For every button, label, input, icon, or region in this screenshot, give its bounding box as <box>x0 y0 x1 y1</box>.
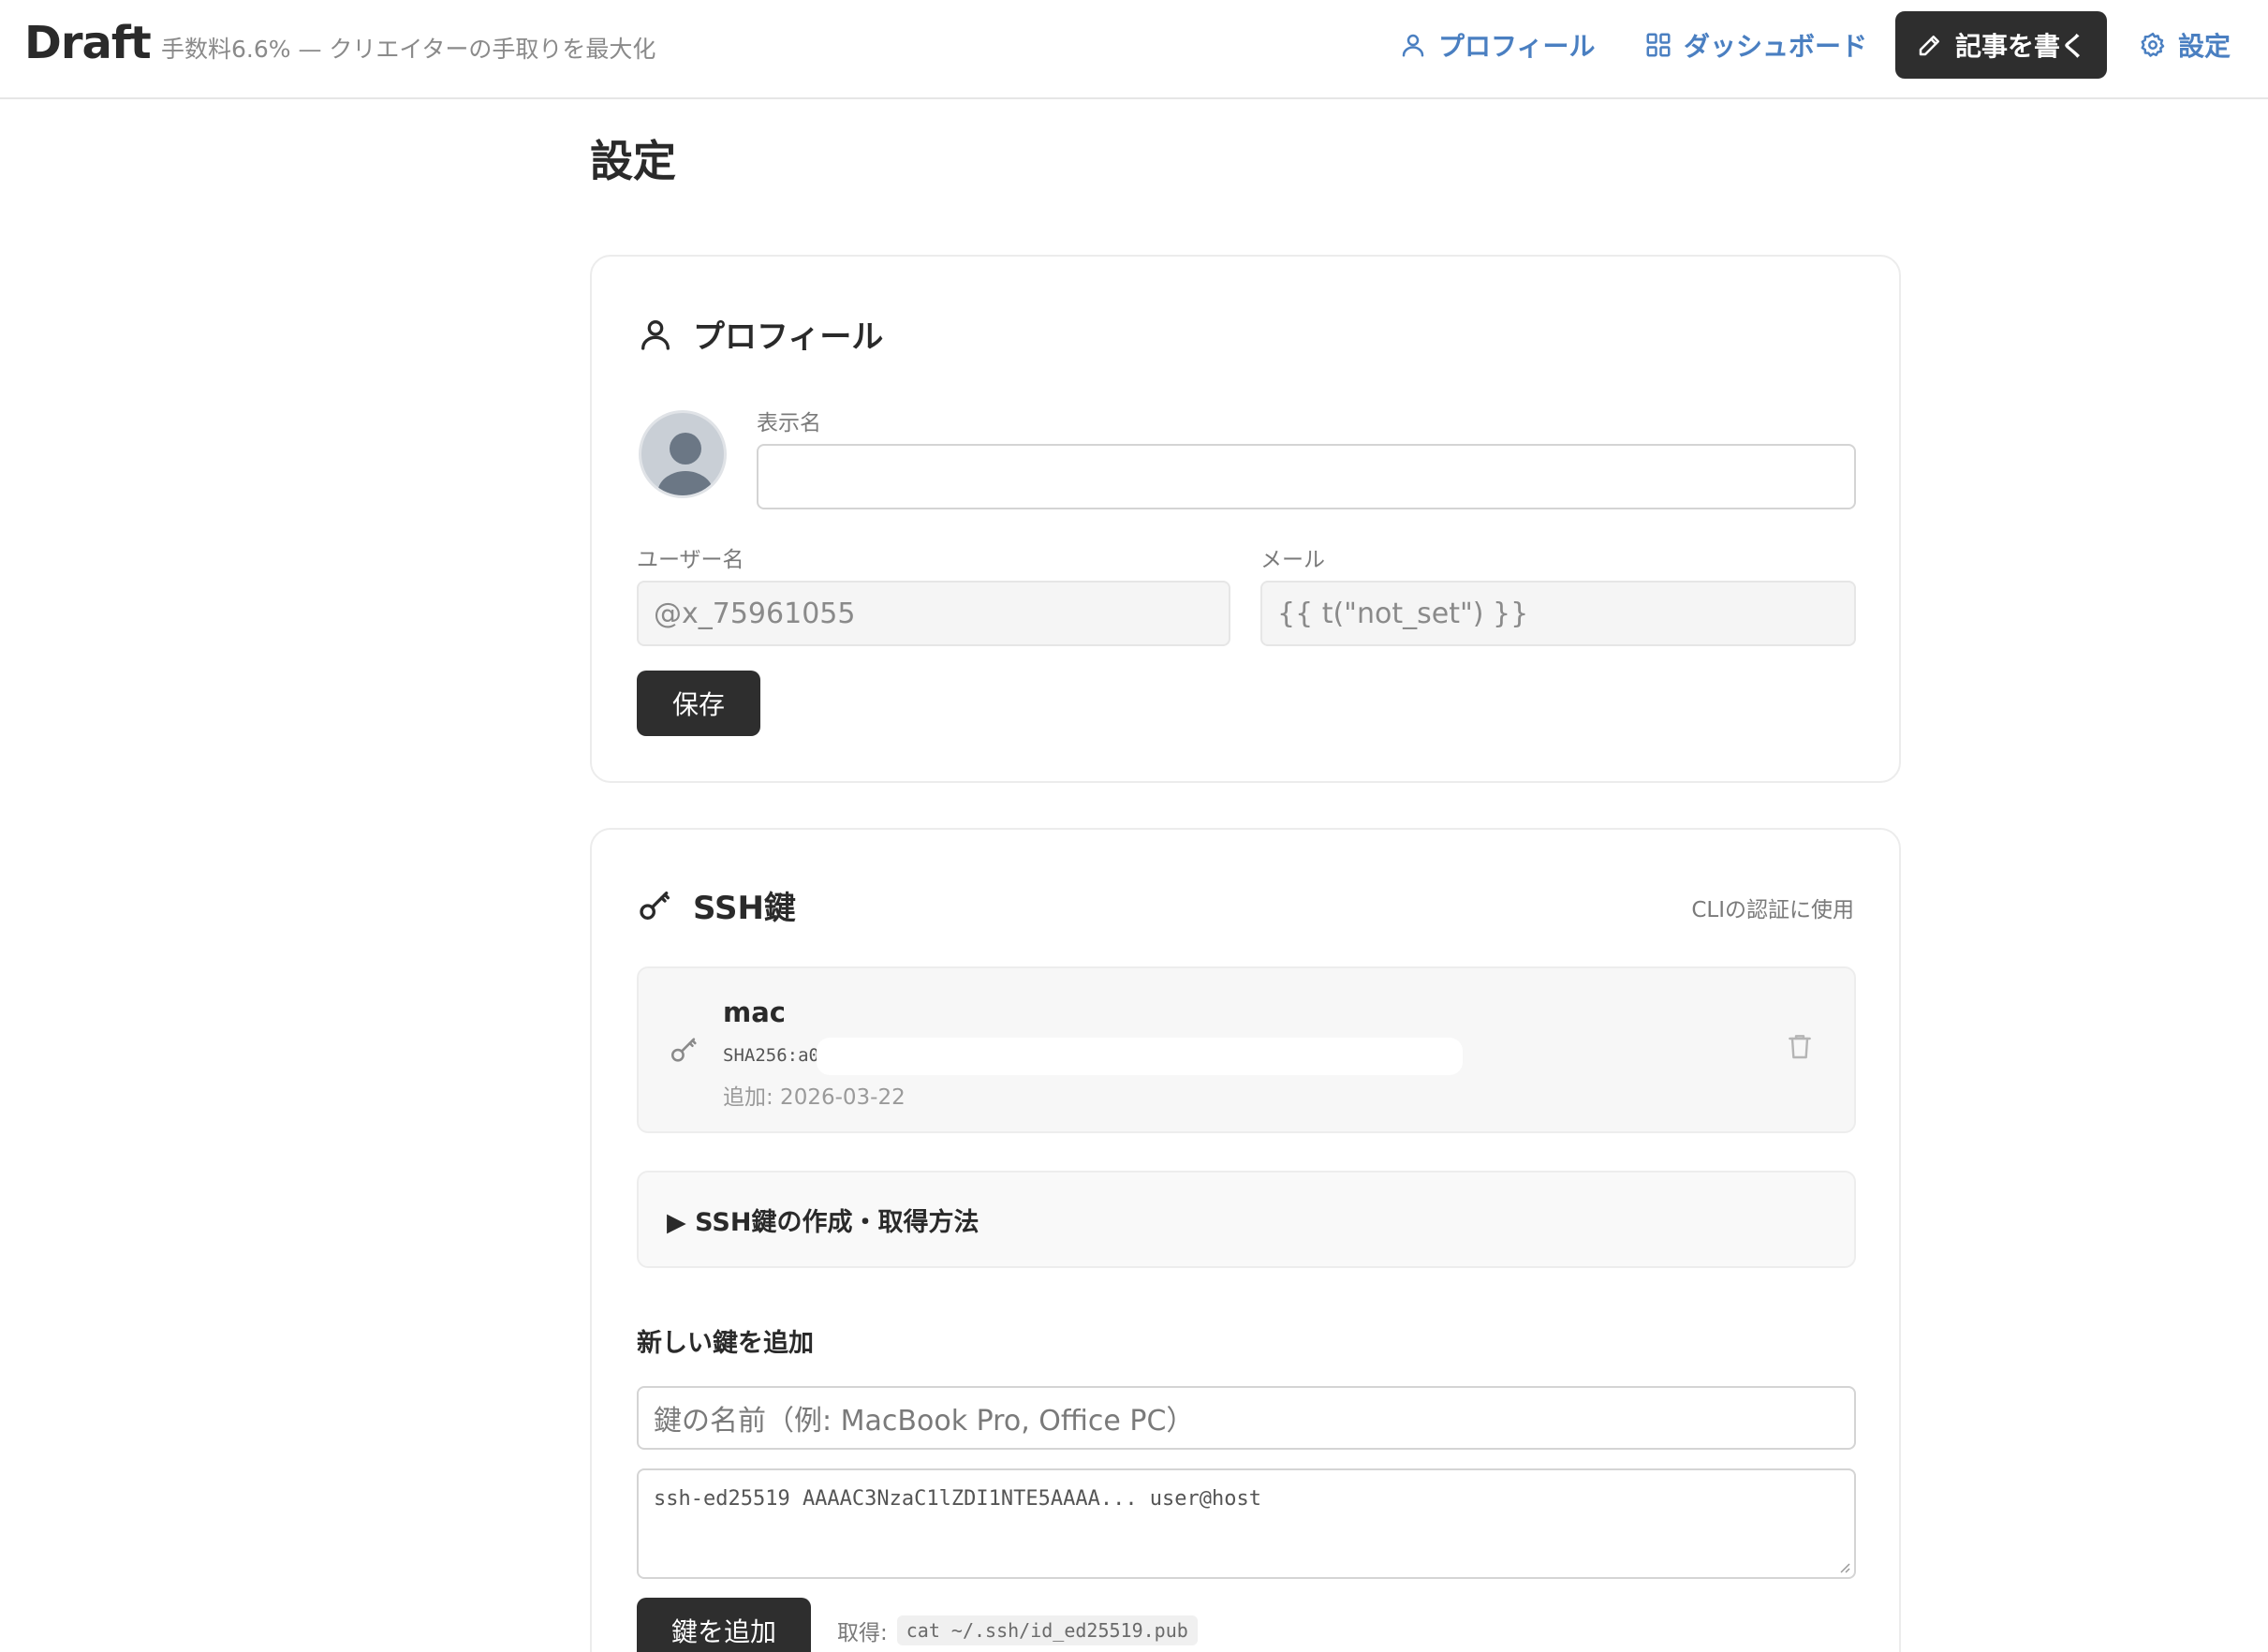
resize-grip-icon[interactable] <box>1837 1560 1850 1573</box>
fetch-command: cat ~/.ssh/id_ed25519.pub <box>896 1615 1198 1645</box>
nav-settings-label: 設定 <box>2178 31 2231 62</box>
ssh-key-name: mac <box>723 996 786 1028</box>
nav-profile-label: プロフィール <box>1438 31 1596 62</box>
save-button[interactable]: 保存 <box>637 671 760 736</box>
nav-settings-link[interactable]: 設定 <box>2139 26 2231 64</box>
top-header: Draft 手数料6.6% — クリエイターの手取りを最大化 プロフィール ダッ… <box>0 0 2268 99</box>
profile-heading-text: プロフィール <box>693 318 884 356</box>
public-key-placeholder: ssh-ed25519 AAAAC3NzaC1lZDI1NTE5AAAA... … <box>654 1487 1262 1511</box>
ssh-heading-text: SSH鍵 <box>693 890 796 927</box>
grid-icon <box>1646 33 1671 57</box>
ssh-howto-disclosure[interactable]: ▶ SSH鍵の作成・取得方法 <box>637 1171 1856 1268</box>
display-name-input[interactable] <box>757 444 1856 509</box>
username-label: ユーザー名 <box>637 548 744 572</box>
nav-dashboard-label: ダッシュボード <box>1684 31 1868 62</box>
ssh-key-item: mac SHA256:a0 追加: 2026-03-22 <box>637 966 1856 1133</box>
avatar[interactable] <box>639 410 727 498</box>
gear-icon <box>2141 32 2165 57</box>
add-key-heading: 新しい鍵を追加 <box>637 1329 814 1358</box>
public-key-textarea[interactable]: ssh-ed25519 AAAAC3NzaC1lZDI1NTE5AAAA... … <box>637 1468 1856 1579</box>
add-key-button[interactable]: 鍵を追加 <box>637 1598 811 1652</box>
app-tagline: 手数料6.6% — クリエイターの手取りを最大化 <box>161 36 656 63</box>
fetch-label: 取得: <box>837 1621 888 1645</box>
ssh-keys-card: SSH鍵 CLIの認証に使用 mac SHA256:a0 追加: 2026-03… <box>590 828 1901 1652</box>
user-icon <box>641 319 670 350</box>
app-logo[interactable]: Draft <box>24 17 152 69</box>
key-icon <box>640 891 670 920</box>
ssh-howto-label: ▶ SSH鍵の作成・取得方法 <box>667 1207 979 1237</box>
write-article-button[interactable]: 記事を書く <box>1895 11 2107 79</box>
ssh-key-added-date: 追加: 2026-03-22 <box>723 1085 906 1110</box>
trash-icon[interactable] <box>1785 1030 1815 1062</box>
display-name-label: 表示名 <box>757 411 821 435</box>
fetch-hint: 取得: cat ~/.ssh/id_ed25519.pub <box>837 1615 1198 1646</box>
fingerprint-redaction <box>817 1038 1463 1075</box>
email-label: メール <box>1260 548 1325 572</box>
pencil-icon <box>1919 36 1939 56</box>
nav-profile-link[interactable]: プロフィール <box>1399 26 1595 64</box>
nav-dashboard-link[interactable]: ダッシュボード <box>1644 26 1867 64</box>
page-title: 設定 <box>590 136 676 186</box>
username-field: @x_75961055 <box>637 581 1230 646</box>
default-avatar-icon <box>657 433 714 495</box>
ssh-key-fingerprint: SHA256:a0 <box>723 1045 819 1066</box>
user-icon <box>1402 34 1424 57</box>
email-field: {{ t("not_set") }} <box>1260 581 1856 646</box>
profile-card: プロフィール 表示名 ユーザー名 @x_75961055 メール {{ t("n… <box>590 255 1901 783</box>
ssh-section-heading: SSH鍵 <box>637 882 796 928</box>
profile-section-heading: プロフィール <box>637 311 883 357</box>
ssh-usage-note: CLIの認証に使用 <box>1691 898 1854 922</box>
key-name-input[interactable]: 鍵の名前（例: MacBook Pro, Office PC） <box>637 1386 1856 1450</box>
write-article-label: 記事を書く <box>1954 31 2086 62</box>
key-icon <box>670 1038 697 1062</box>
